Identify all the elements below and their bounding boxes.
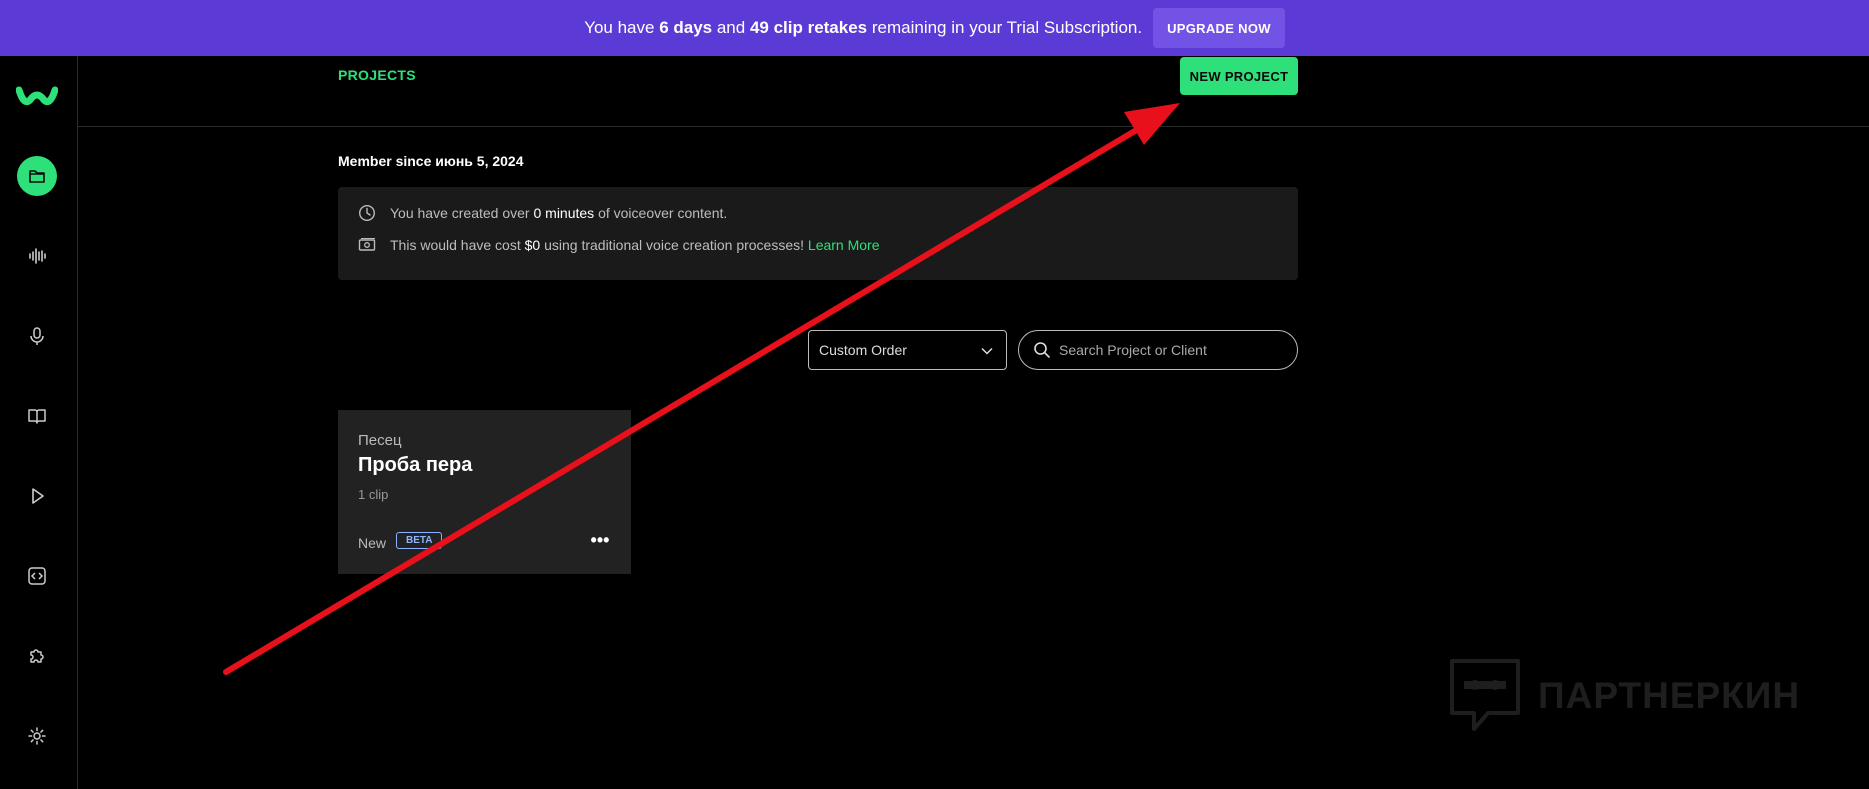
sidebar-item-api[interactable] — [17, 556, 57, 596]
project-clip-count: 1 clip — [358, 487, 389, 502]
cost-prefix: This would have cost — [390, 237, 525, 253]
minutes-created-row: You have created over 0 minutes of voice… — [358, 204, 727, 222]
folder-icon — [29, 170, 45, 183]
minutes-text: You have created over 0 minutes of voice… — [390, 205, 727, 221]
search-icon — [1034, 342, 1050, 358]
search-box[interactable] — [1018, 330, 1298, 370]
banner-mid: and — [712, 18, 750, 37]
search-input[interactable] — [1059, 342, 1279, 358]
project-card[interactable]: Песец Проба пера 1 clip New BETA ••• — [338, 410, 631, 574]
minutes-prefix: You have created over — [390, 205, 534, 221]
header-divider — [78, 126, 1869, 127]
sidebar-item-integrations[interactable] — [17, 636, 57, 676]
more-options-icon[interactable]: ••• — [588, 528, 612, 552]
watermark: ПАРТНЕРКИН — [1448, 657, 1800, 735]
minutes-value: 0 minutes — [533, 205, 595, 221]
money-icon — [358, 238, 376, 251]
banner-suffix: remaining in your Trial Subscription. — [867, 18, 1143, 37]
sidebar-item-projects[interactable] — [17, 156, 57, 196]
upgrade-now-button[interactable]: UPGRADE NOW — [1153, 8, 1285, 48]
banner-days: 6 days — [659, 18, 713, 37]
banner-retakes: 49 clip retakes — [749, 18, 868, 37]
sidebar-item-player[interactable] — [17, 476, 57, 516]
member-since: Member since июнь 5, 2024 — [338, 153, 524, 169]
waveform-icon — [29, 248, 46, 264]
sort-order-select[interactable]: Custom Order — [808, 330, 1007, 370]
project-title: Проба пера — [358, 454, 473, 476]
microphone-icon — [30, 327, 44, 345]
watermark-text: ПАРТНЕРКИН — [1538, 675, 1801, 716]
cost-text: This would have cost $0 using traditiona… — [390, 237, 880, 253]
clock-icon — [358, 204, 376, 222]
watermark-logo-icon — [1450, 659, 1520, 731]
trial-banner: You have 6 days and 49 clip retakes rema… — [0, 0, 1869, 56]
sidebar-item-settings[interactable] — [17, 716, 57, 756]
cost-value: $0 — [524, 237, 541, 253]
gear-icon — [28, 727, 46, 745]
project-client: Песец — [358, 432, 402, 449]
banner-text: You have 6 days and 49 clip retakes rema… — [584, 18, 1142, 38]
cost-suffix: using traditional voice creation process… — [540, 237, 808, 253]
usage-stats-panel: You have created over 0 minutes of voice… — [338, 187, 1298, 280]
sidebar-item-voices[interactable] — [17, 236, 57, 276]
arrow-head — [1124, 103, 1180, 145]
minutes-suffix: of voiceover content. — [594, 205, 728, 221]
cost-saved-row: This would have cost $0 using traditiona… — [358, 236, 880, 254]
banner-prefix: You have — [584, 18, 660, 37]
project-status: New — [358, 535, 387, 551]
sidebar — [0, 56, 78, 789]
sort-order-value: Custom Order — [819, 342, 907, 358]
beta-badge: BETA — [396, 532, 443, 549]
sidebar-item-library[interactable] — [17, 396, 57, 436]
app-logo[interactable] — [16, 82, 58, 108]
book-icon — [28, 409, 46, 424]
chevron-down-icon — [981, 347, 993, 355]
play-icon — [32, 488, 44, 504]
sidebar-item-recording[interactable] — [17, 316, 57, 356]
tab-projects[interactable]: PROJECTS — [338, 67, 416, 83]
new-project-button[interactable]: NEW PROJECT — [1180, 57, 1298, 95]
puzzle-icon — [30, 649, 44, 663]
code-icon — [28, 567, 46, 585]
learn-more-link[interactable]: Learn More — [808, 237, 880, 253]
